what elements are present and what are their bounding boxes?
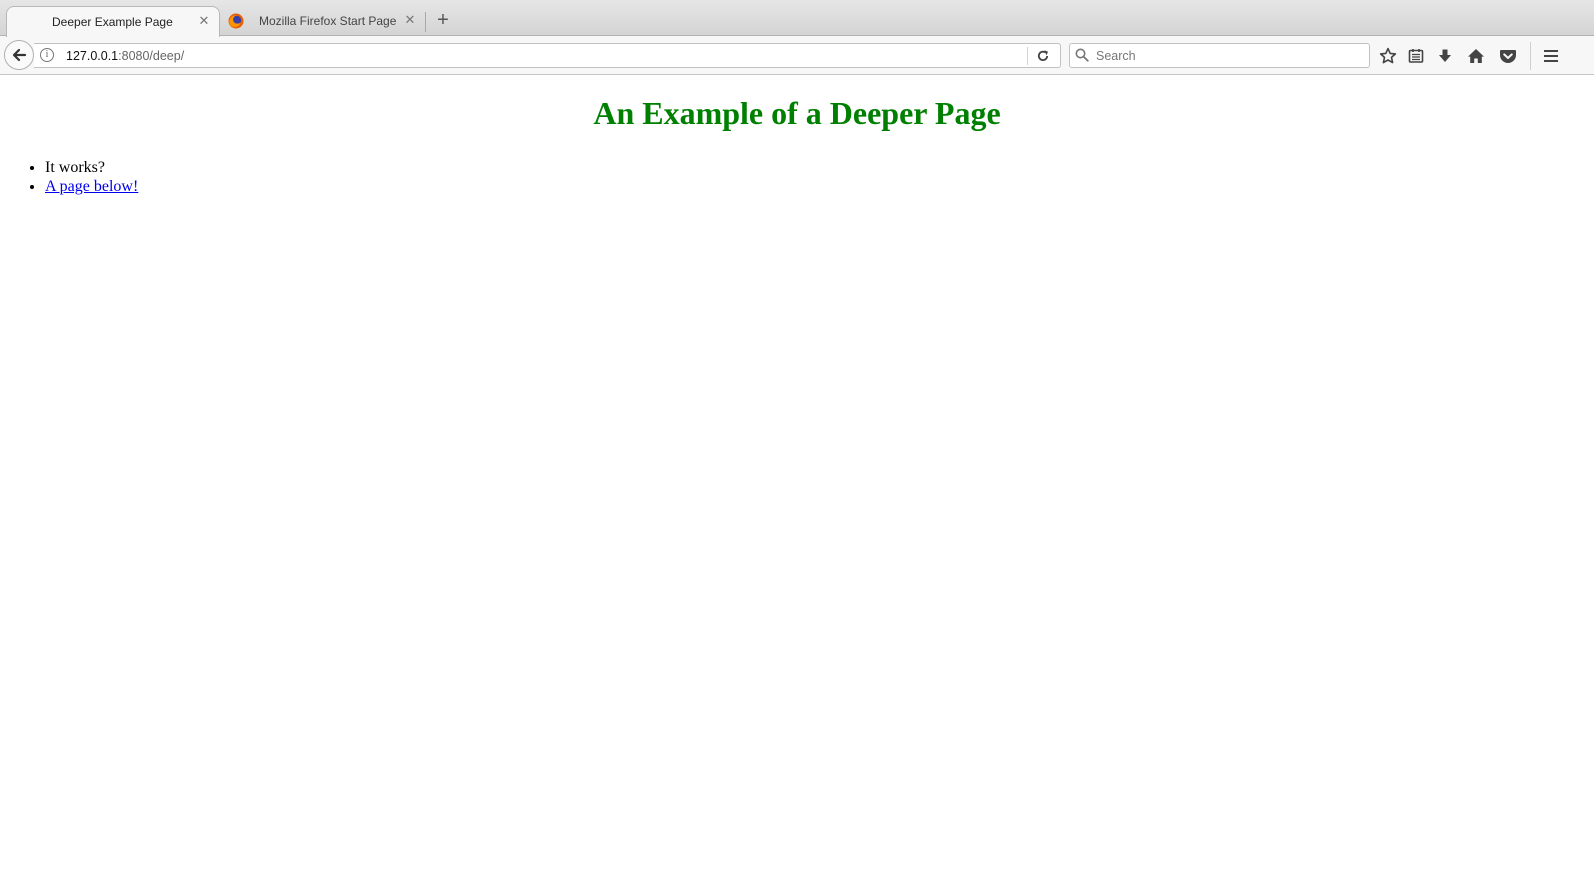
list-item: It works? <box>45 158 1594 177</box>
downloads-icon[interactable] <box>1434 45 1456 67</box>
tab-strip: Deeper Example Page ✕ Mozilla Firefox St… <box>0 0 1594 37</box>
tab-title: Deeper Example Page <box>52 15 173 29</box>
pocket-icon[interactable] <box>1497 45 1519 67</box>
site-info-icon[interactable]: i <box>40 48 54 62</box>
url-path: :8080/deep/ <box>118 49 185 63</box>
search-input[interactable] <box>1092 46 1370 65</box>
url-host: 127.0.0.1 <box>66 49 119 63</box>
back-arrow-icon <box>12 48 27 62</box>
tab-separator <box>425 12 426 32</box>
tab-title: Mozilla Firefox Start Page <box>259 14 397 28</box>
page-list: It works? A page below! <box>0 158 1594 196</box>
url-text[interactable]: 127.0.0.1:8080/deep/ <box>66 49 184 63</box>
url-bar[interactable]: i 127.0.0.1:8080/deep/ <box>34 43 1061 68</box>
menu-icon[interactable] <box>1540 45 1562 67</box>
reload-icon[interactable] <box>1034 47 1052 65</box>
page-title: An Example of a Deeper Page <box>593 95 1001 131</box>
home-icon[interactable] <box>1465 45 1487 67</box>
search-bar[interactable] <box>1069 43 1370 68</box>
tab-deeper-example-page[interactable]: Deeper Example Page ✕ <box>6 6 220 37</box>
tab-mozilla-firefox-start-page[interactable]: Mozilla Firefox Start Page ✕ <box>222 6 422 36</box>
bookmark-star-icon[interactable] <box>1377 45 1399 67</box>
close-tab-icon[interactable]: ✕ <box>403 13 417 27</box>
back-button[interactable] <box>4 40 34 70</box>
page-below-link[interactable]: A page below! <box>45 178 138 195</box>
url-bar-divider <box>1027 47 1028 65</box>
navigation-toolbar: i 127.0.0.1:8080/deep/ <box>0 36 1594 75</box>
reading-list-icon[interactable] <box>1405 45 1427 67</box>
list-item-text: It works? <box>45 159 105 176</box>
page-content: An Example of a Deeper Page It works? A … <box>0 75 1594 896</box>
toolbar-divider <box>1530 42 1531 70</box>
close-tab-icon[interactable]: ✕ <box>197 14 211 28</box>
list-item: A page below! <box>45 177 1594 196</box>
new-tab-plus-icon[interactable]: + <box>433 10 453 30</box>
search-icon <box>1075 48 1089 62</box>
firefox-icon <box>228 13 244 29</box>
